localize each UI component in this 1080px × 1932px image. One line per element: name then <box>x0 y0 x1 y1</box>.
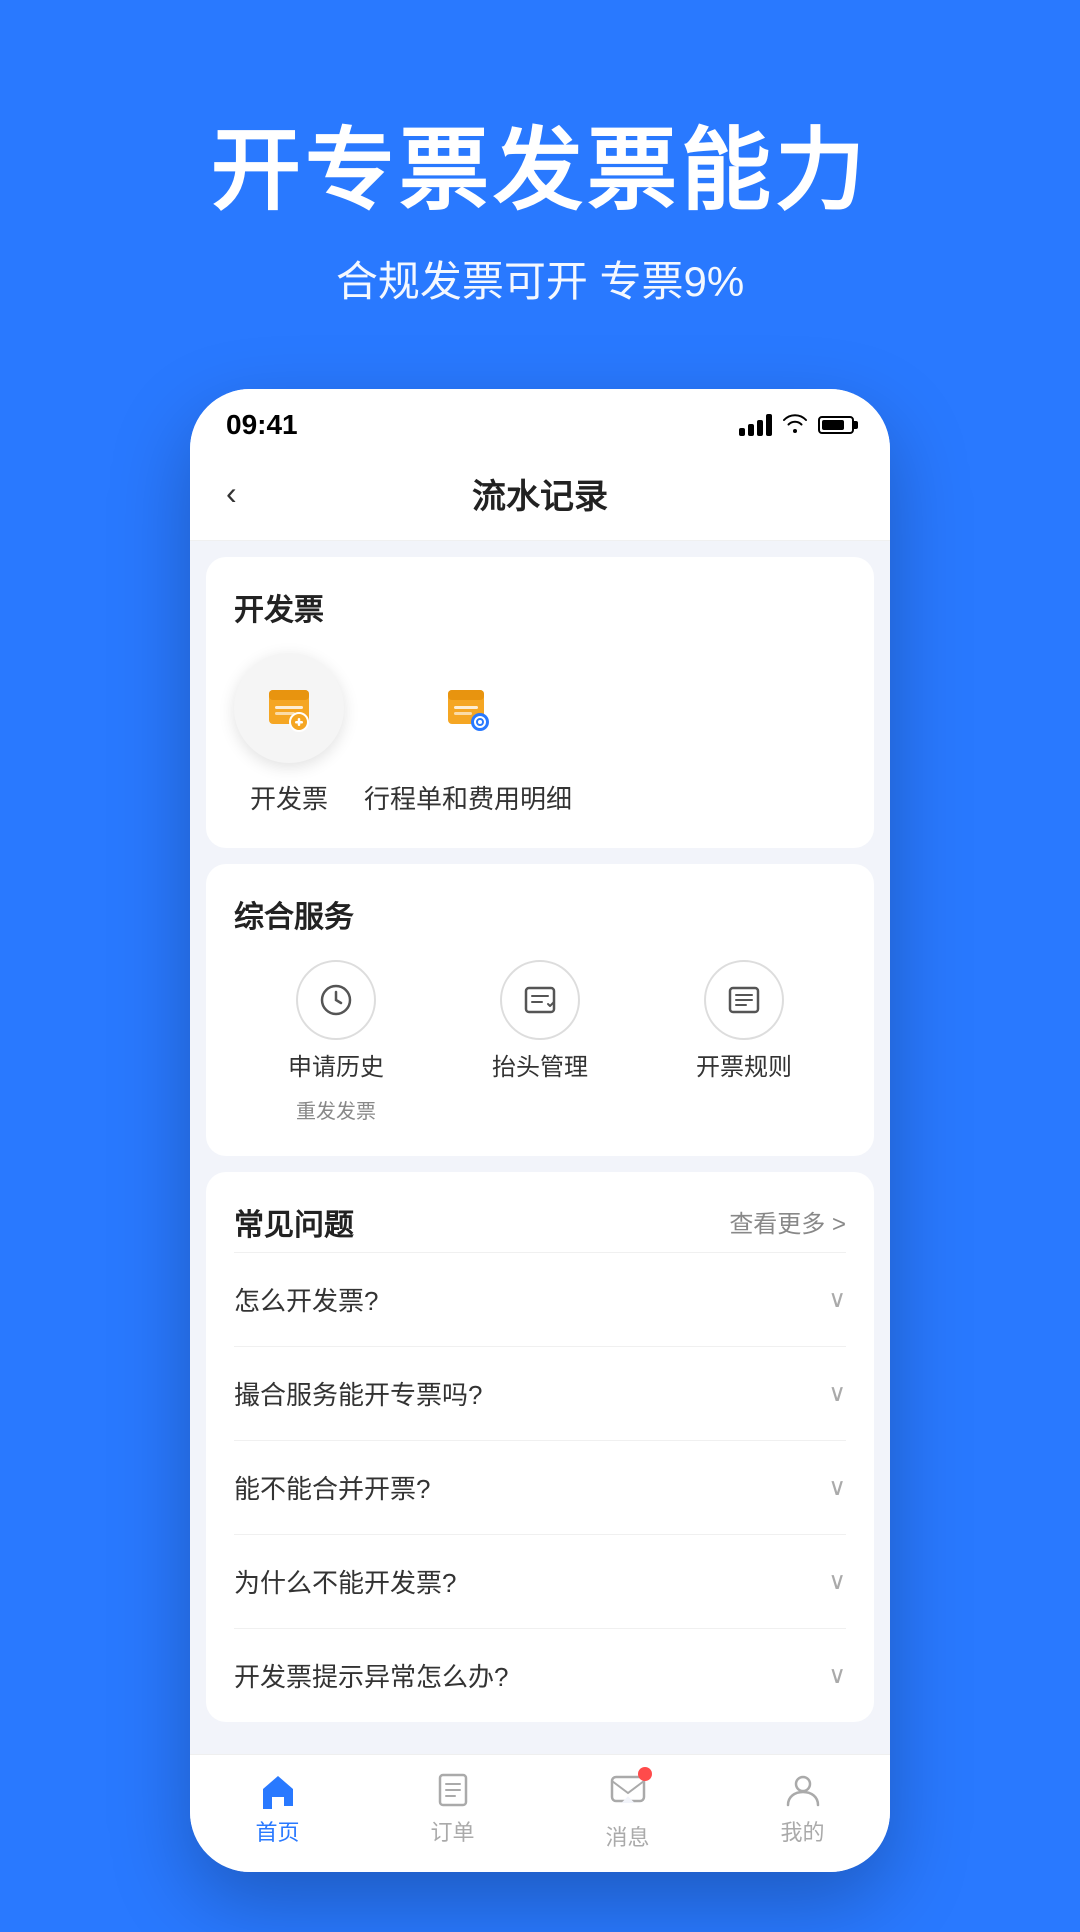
tab-message[interactable]: 消息 <box>540 1771 715 1852</box>
rules-icon <box>724 980 764 1020</box>
hero-subtitle: 合规发票可开 专票9% <box>60 248 1020 309</box>
service-section-title: 综合服务 <box>234 892 846 936</box>
invoice-icon-wrap-open <box>234 653 344 763</box>
phone-wrapper: 09:41 <box>0 389 1080 1932</box>
service-header-label: 抬头管理 <box>492 1052 588 1083</box>
service-icon-wrap-history <box>296 960 376 1040</box>
back-button[interactable]: ‹ <box>226 475 237 512</box>
faq-item-text-1: 撮合服务能开专票吗? <box>234 1375 482 1412</box>
service-icon-wrap-header <box>500 960 580 1040</box>
profile-icon <box>784 1771 822 1809</box>
faq-chevron-4: ∨ <box>828 1661 846 1690</box>
tab-home[interactable]: 首页 <box>190 1771 365 1852</box>
service-rules-label: 开票规则 <box>696 1052 792 1083</box>
faq-item-3[interactable]: 为什么不能开发票? ∨ <box>234 1534 846 1628</box>
page-title: 流水记录 <box>472 469 608 518</box>
faq-item-2[interactable]: 能不能合并开票? ∨ <box>234 1440 846 1534</box>
nav-header: ‹ 流水记录 <box>190 451 890 541</box>
invoice-icon-wrap-itinerary <box>413 653 523 763</box>
hero-title: 开专票发票能力 <box>60 120 1020 224</box>
history-icon <box>316 980 356 1020</box>
tab-bar: 首页 订单 消息 <box>190 1754 890 1872</box>
faq-item-text-2: 能不能合并开票? <box>234 1469 430 1506</box>
invoice-section: 开发票 <box>206 557 874 848</box>
itinerary-label: 行程单和费用明细 <box>364 779 572 816</box>
tab-message-badge-wrap <box>608 1771 648 1814</box>
invoice-open-label: 开发票 <box>250 779 328 816</box>
tab-home-label: 首页 <box>255 1815 299 1847</box>
invoice-item-itinerary[interactable]: 行程单和费用明细 <box>364 653 572 816</box>
service-icon-wrap-rules <box>704 960 784 1040</box>
faq-item-4[interactable]: 开发票提示异常怎么办? ∨ <box>234 1628 846 1722</box>
header-manage-icon <box>520 980 560 1020</box>
message-badge <box>638 1767 652 1781</box>
itinerary-icon <box>440 680 496 736</box>
faq-title: 常见问题 <box>234 1200 354 1244</box>
service-item-header[interactable]: 抬头管理 <box>438 960 642 1124</box>
faq-chevron-0: ∨ <box>828 1285 846 1314</box>
service-item-rules[interactable]: 开票规则 <box>642 960 846 1124</box>
faq-item-text-4: 开发票提示异常怎么办? <box>234 1657 508 1694</box>
status-time: 09:41 <box>226 409 298 441</box>
faq-more-button[interactable]: 查看更多 > <box>729 1204 846 1239</box>
service-item-history[interactable]: 申请历史 重发发票 <box>234 960 438 1124</box>
order-icon <box>434 1771 472 1809</box>
status-bar: 09:41 <box>190 389 890 451</box>
faq-item-text-3: 为什么不能开发票? <box>234 1563 456 1600</box>
service-items: 申请历史 重发发票 抬头管理 <box>234 960 846 1124</box>
tab-mine-label: 我的 <box>780 1815 824 1847</box>
invoice-item-open[interactable]: 开发票 <box>234 653 344 816</box>
home-icon <box>258 1771 298 1809</box>
tab-order-label: 订单 <box>430 1815 474 1847</box>
faq-item-text-0: 怎么开发票? <box>234 1281 378 1318</box>
invoice-section-title: 开发票 <box>234 585 846 629</box>
service-history-sublabel: 重发发票 <box>296 1095 376 1124</box>
status-icons <box>739 411 854 439</box>
main-content: 开发票 <box>190 541 890 1754</box>
hero-section: 开专票发票能力 合规发票可开 专票9% <box>0 0 1080 389</box>
signal-icon <box>739 414 772 436</box>
faq-section: 常见问题 查看更多 > 怎么开发票? ∨ 撮合服务能开专票吗? ∨ 能不能合并开… <box>206 1172 874 1722</box>
tab-order[interactable]: 订单 <box>365 1771 540 1852</box>
wifi-icon <box>782 411 808 439</box>
service-history-label: 申请历史 <box>288 1052 384 1083</box>
battery-icon <box>818 416 854 434</box>
faq-chevron-3: ∨ <box>828 1567 846 1596</box>
faq-header: 常见问题 查看更多 > <box>234 1200 846 1244</box>
faq-item-1[interactable]: 撮合服务能开专票吗? ∨ <box>234 1346 846 1440</box>
faq-item-0[interactable]: 怎么开发票? ∨ <box>234 1252 846 1346</box>
invoice-open-icon <box>261 680 317 736</box>
faq-chevron-1: ∨ <box>828 1379 846 1408</box>
service-section: 综合服务 申请历史 重发发票 <box>206 864 874 1156</box>
faq-chevron-2: ∨ <box>828 1473 846 1502</box>
tab-message-label: 消息 <box>605 1820 649 1852</box>
invoice-items: 开发票 <box>234 653 846 816</box>
tab-mine[interactable]: 我的 <box>715 1771 890 1852</box>
phone-mockup: 09:41 <box>190 389 890 1872</box>
